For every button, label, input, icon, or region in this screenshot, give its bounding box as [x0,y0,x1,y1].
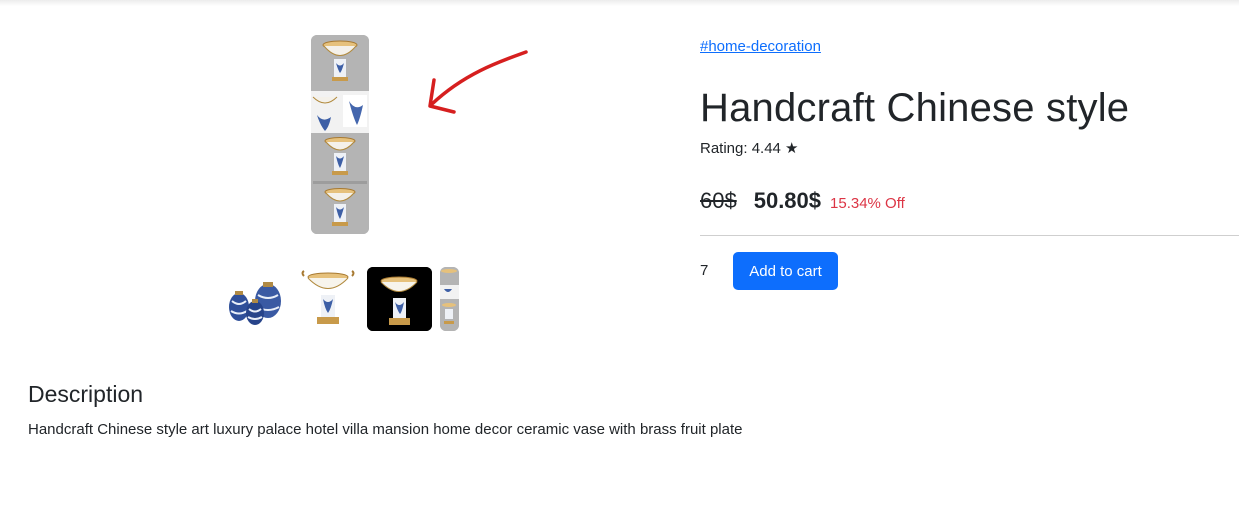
product-rating: Rating: 4.44 ★ [700,140,799,157]
quantity-value[interactable]: 7 [700,262,708,279]
annotation-arrow-icon [420,44,532,123]
thumbnail-3-selected[interactable] [367,267,432,331]
top-shadow [0,0,1239,6]
thumbnail-1[interactable] [222,267,286,331]
category-link[interactable]: #home-decoration [700,38,821,55]
thumbnail-2[interactable] [296,267,360,331]
thumbnail-4[interactable] [440,267,459,331]
add-to-cart-button[interactable]: Add to cart [733,252,838,290]
divider [700,235,1239,236]
current-price: 50.80$ [753,188,822,213]
price-row: 60$ 50.80$ 15.34% Off [700,188,905,214]
main-product-image [311,35,369,234]
product-title: Handcraft Chinese style [700,86,1130,130]
description-heading: Description [28,381,144,407]
old-price: 60$ [700,188,737,213]
discount-badge: 15.34% Off [830,195,905,212]
description-text: Handcraft Chinese style art luxury palac… [28,421,743,438]
